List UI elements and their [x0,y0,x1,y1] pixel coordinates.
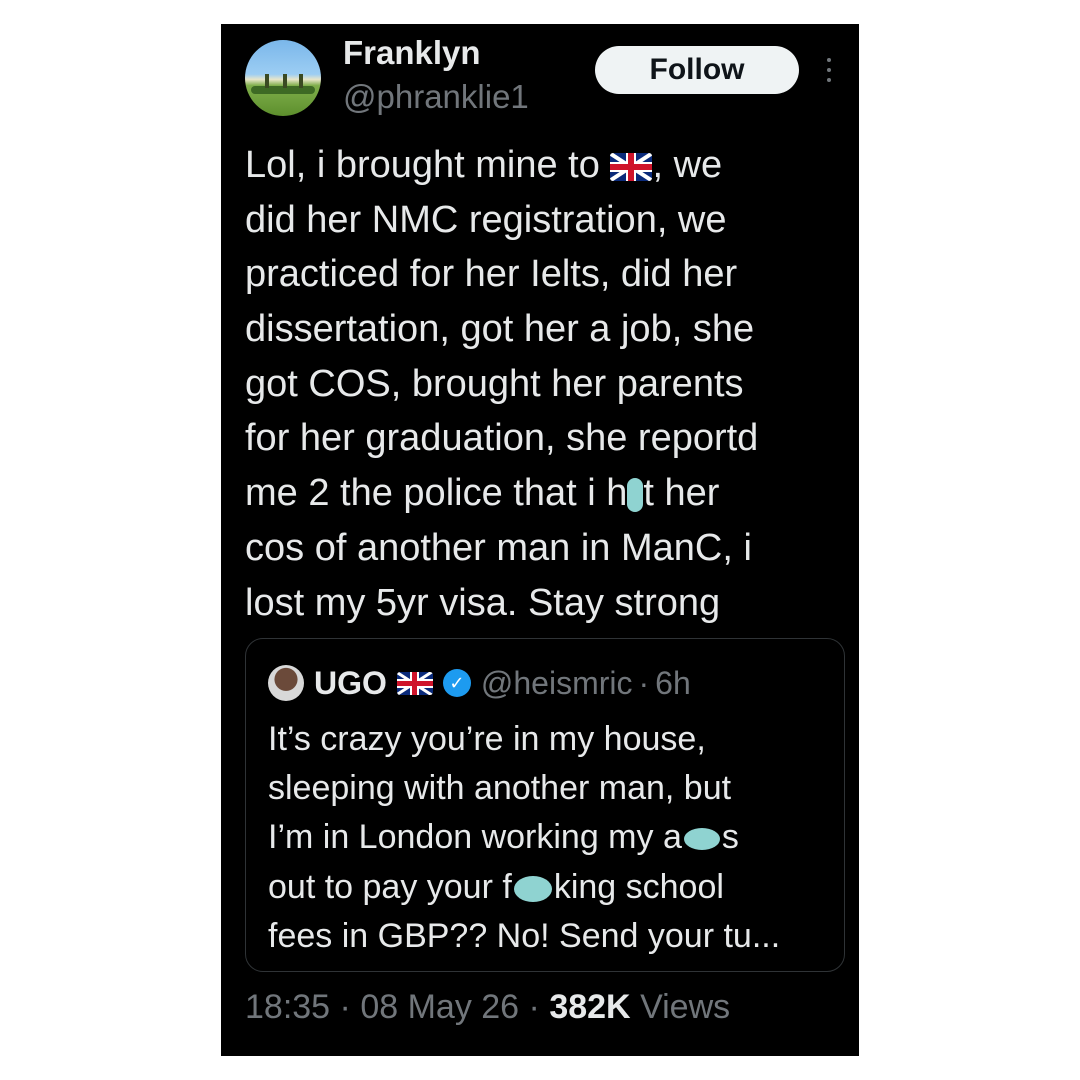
tweet-time[interactable]: 18:35 [245,988,330,1026]
views-label: Views [640,988,731,1026]
tweet-line: me 2 the police that i ht her [245,472,720,515]
uk-flag-icon [610,152,653,181]
tweet-line: dissertation, got her a job, she [245,308,755,351]
quoted-line: fees in GBP?? No! Send your tu... [268,916,781,955]
quoted-text: It’s crazy you’re in my house, sleeping … [268,715,838,961]
quoted-avatar[interactable] [268,665,304,701]
tweet-line: lost my 5yr visa. Stay strong [245,581,721,624]
tweet-line: for her graduation, she reportd [245,417,759,460]
tweet-text: Lol, i brought mine to , we did her NMC … [245,138,845,630]
follow-button[interactable]: Follow [595,46,799,94]
censor-blob [627,478,644,513]
tweet-line: did her NMC registration, we [245,198,727,241]
tweet-card: Franklyn @phranklie1 Follow Lol, i broug… [221,24,859,1056]
quoted-tweet-header: UGO ✓ @heismric · 6h [268,663,691,703]
quoted-line: I’m in London working my as [268,818,739,857]
author-avatar[interactable] [245,40,321,116]
quoted-line: sleeping with another man, but [268,769,732,808]
quoted-line: It’s crazy you’re in my house, [268,720,706,758]
author-handle[interactable]: @phranklie1 [343,78,529,116]
quoted-author-name[interactable]: UGO [314,665,387,702]
censor-blob [683,828,720,851]
tweet-line: cos of another man in ManC, i [245,526,752,569]
meta-separator: · [528,988,540,1026]
quoted-line: out to pay your f king school [268,867,724,906]
tweet-line: practiced for her Ielts, did her [245,253,738,296]
tweet-line: got COS, brought her parents [245,362,744,405]
tweet-line: Lol, i brought mine to , we [245,144,723,186]
quoted-author-handle[interactable]: @heismric [481,665,633,702]
tweet-date[interactable]: 08 May 26 [360,988,519,1026]
more-options-icon[interactable] [819,56,839,84]
quoted-tweet[interactable]: UGO ✓ @heismric · 6h It’s crazy you’re i… [245,638,845,972]
author-name[interactable]: Franklyn [343,34,481,72]
views-count[interactable]: 382K [549,988,630,1026]
tweet-meta: 18:35 · 08 May 26 · 382K Views [245,988,730,1027]
censor-blob [513,875,552,902]
uk-flag-icon [396,671,433,695]
meta-separator: · [339,988,351,1026]
quoted-separator: · [638,664,650,701]
quoted-timestamp[interactable]: 6h [655,665,691,702]
verified-badge-icon: ✓ [442,669,471,697]
